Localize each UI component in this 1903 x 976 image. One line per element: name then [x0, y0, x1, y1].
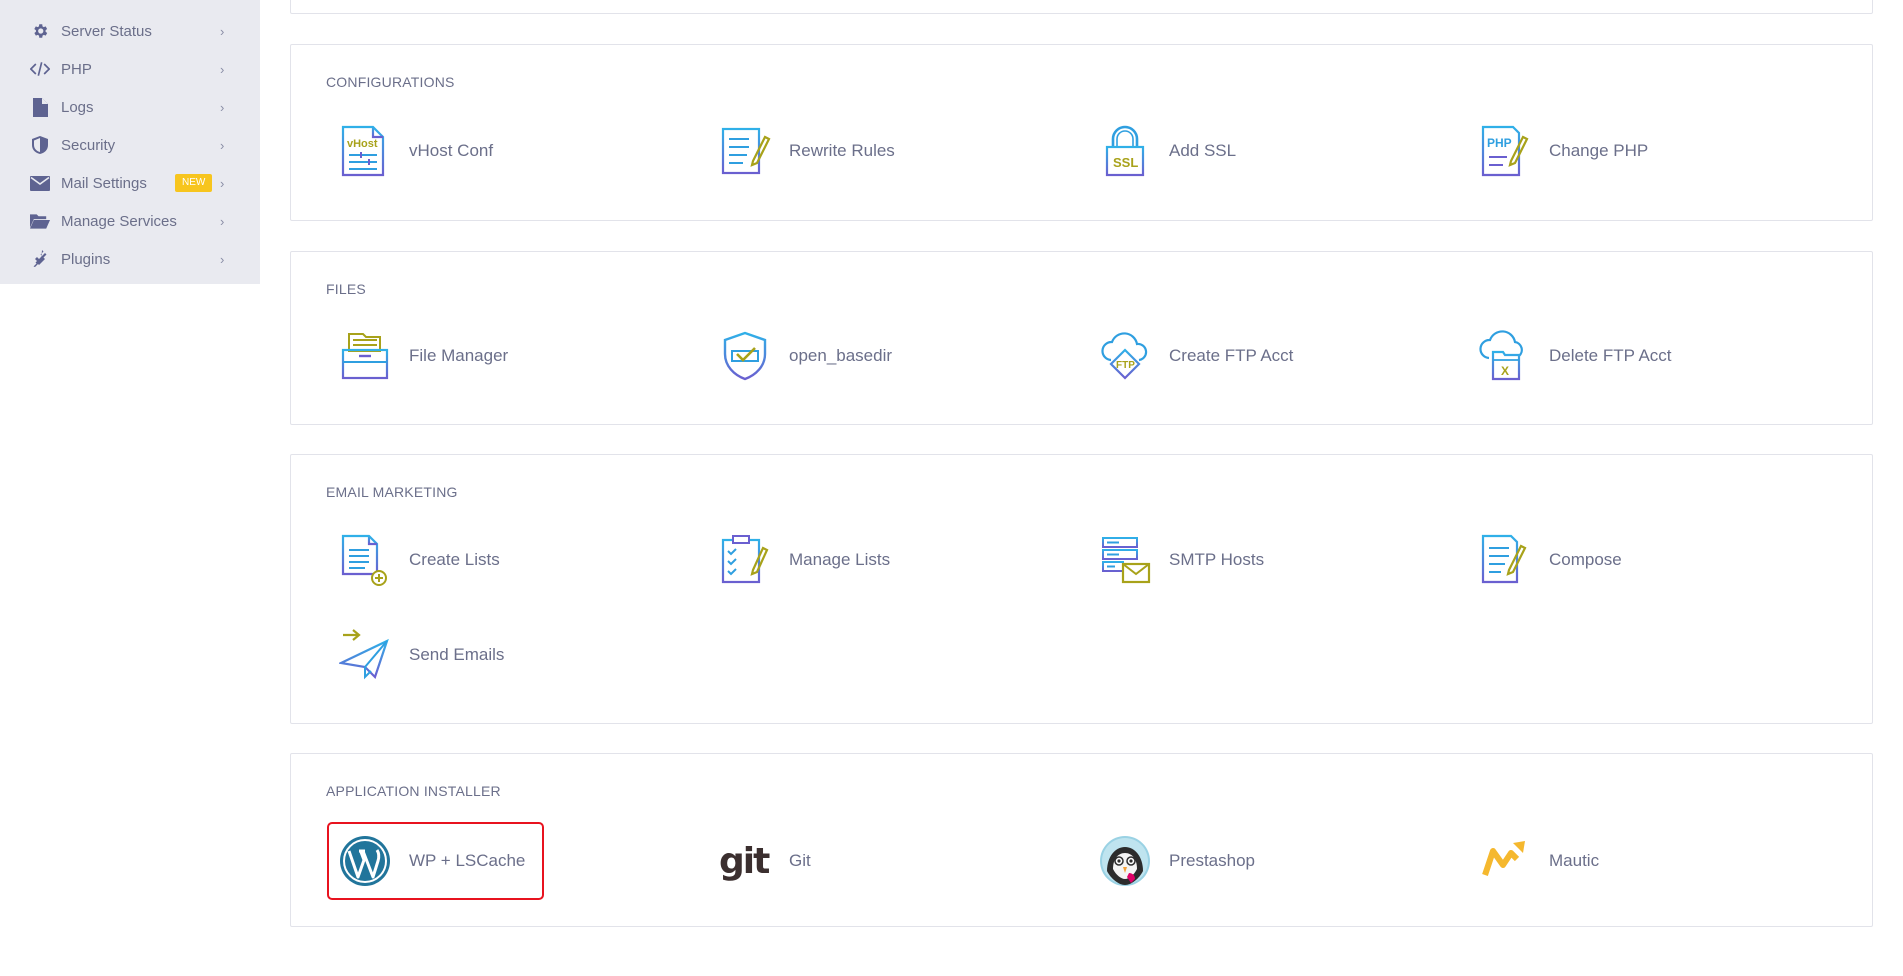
sidebar: Server Status › PHP › Logs › Security › …	[0, 0, 260, 284]
chevron-right-icon: ›	[220, 99, 225, 115]
tile-label: Create Lists	[409, 550, 500, 569]
sidebar-item-php[interactable]: PHP ›	[0, 50, 260, 88]
configurations-panel: CONFIGURATIONS vHost vHost Conf Rewrite …	[290, 44, 1873, 221]
tile-label: File Manager	[409, 346, 509, 365]
folder-open-icon	[30, 211, 50, 231]
previous-panel	[290, 0, 1873, 14]
chevron-right-icon: ›	[220, 213, 225, 229]
file-cabinet-icon	[339, 330, 391, 382]
sidebar-item-security[interactable]: Security ›	[0, 126, 260, 164]
sidebar-item-logs[interactable]: Logs ›	[0, 88, 260, 126]
envelope-icon	[30, 173, 50, 193]
tile-label: Manage Lists	[789, 550, 891, 569]
cloud-ftp-icon: FTP	[1099, 330, 1151, 382]
shield-check-icon	[719, 330, 771, 382]
vhost-file-icon: vHost	[339, 125, 391, 177]
delete-ftp-acct-tile[interactable]: X Delete FTP Acct	[1479, 324, 1699, 388]
sidebar-item-label: Logs	[61, 98, 94, 116]
section-title: EMAIL MARKETING	[326, 484, 458, 500]
chevron-right-icon: ›	[220, 251, 225, 267]
shield-icon	[30, 135, 50, 155]
rewrite-document-icon	[719, 125, 771, 177]
sidebar-item-mail-settings[interactable]: Mail Settings NEW ›	[0, 164, 260, 202]
tile-label: WP + LSCache	[409, 851, 526, 870]
tile-label: Prestashop	[1169, 851, 1255, 870]
sidebar-item-label: Manage Services	[61, 212, 177, 230]
sidebar-item-label: Plugins	[61, 250, 111, 268]
prestashop-tile[interactable]: Prestashop	[1099, 829, 1299, 893]
svg-text:PHP: PHP	[1487, 136, 1512, 150]
sidebar-item-server-status[interactable]: Server Status ›	[0, 12, 260, 50]
sidebar-item-label: Server Status	[61, 22, 152, 40]
plug-icon	[30, 249, 50, 269]
gear-icon	[30, 21, 50, 41]
tile-label: Mautic	[1549, 851, 1600, 870]
tile-label: open_basedir	[789, 346, 893, 365]
chevron-right-icon: ›	[220, 175, 225, 191]
wp-lscache-tile[interactable]: WP + LSCache	[327, 822, 544, 900]
sidebar-item-label: Mail Settings	[61, 174, 147, 192]
svg-text:FTP: FTP	[1116, 360, 1135, 371]
tile-label: Git	[789, 851, 811, 870]
tile-label: Delete FTP Acct	[1549, 346, 1672, 365]
open-basedir-tile[interactable]: open_basedir	[719, 324, 919, 388]
git-logo-icon: git	[719, 835, 771, 887]
paper-plane-icon	[339, 629, 391, 681]
file-manager-tile[interactable]: File Manager	[339, 324, 539, 388]
wordpress-logo-icon	[339, 835, 391, 887]
svg-text:vHost: vHost	[347, 138, 378, 150]
add-ssl-tile[interactable]: SSL Add SSL	[1099, 119, 1299, 183]
tile-label: Add SSL	[1169, 141, 1237, 160]
code-icon	[30, 59, 50, 79]
sidebar-item-label: PHP	[61, 60, 92, 78]
compose-tile[interactable]: Compose	[1479, 528, 1679, 592]
chevron-right-icon: ›	[220, 61, 225, 77]
tile-label: Rewrite Rules	[789, 141, 895, 160]
sidebar-item-manage-services[interactable]: Manage Services ›	[0, 202, 260, 240]
change-php-tile[interactable]: PHP Change PHP	[1479, 119, 1679, 183]
compose-icon	[1479, 534, 1531, 586]
svg-text:X: X	[1501, 364, 1509, 378]
create-ftp-acct-tile[interactable]: FTP Create FTP Acct	[1099, 324, 1319, 388]
file-icon	[30, 97, 50, 117]
section-title: FILES	[326, 281, 366, 297]
tile-label: Change PHP	[1549, 141, 1649, 160]
smtp-hosts-tile[interactable]: SMTP Hosts	[1099, 528, 1299, 592]
vhost-conf-tile[interactable]: vHost vHost Conf	[339, 119, 539, 183]
application-installer-panel: APPLICATION INSTALLER WP + LSCache git G…	[290, 753, 1873, 927]
new-badge: NEW	[175, 174, 213, 192]
tile-label: SMTP Hosts	[1169, 550, 1265, 569]
send-emails-tile[interactable]: Send Emails	[339, 623, 539, 687]
checklist-icon	[719, 534, 771, 586]
email-marketing-panel: EMAIL MARKETING Create Lists Manage List…	[290, 454, 1873, 724]
sidebar-item-plugins[interactable]: Plugins ›	[0, 240, 260, 278]
mautic-logo-icon	[1479, 835, 1531, 887]
server-mail-icon	[1099, 534, 1151, 586]
rewrite-rules-tile[interactable]: Rewrite Rules	[719, 119, 919, 183]
create-lists-tile[interactable]: Create Lists	[339, 528, 539, 592]
php-file-edit-icon: PHP	[1479, 125, 1531, 177]
ssl-lock-icon: SSL	[1099, 125, 1151, 177]
files-panel: FILES File Manager open_basedir FTP Crea…	[290, 251, 1873, 425]
prestashop-logo-icon	[1099, 835, 1151, 887]
mautic-tile[interactable]: Mautic	[1479, 829, 1679, 893]
section-title: CONFIGURATIONS	[326, 74, 455, 90]
svg-text:SSL: SSL	[1113, 155, 1138, 170]
git-tile[interactable]: git Git	[719, 829, 919, 893]
chevron-right-icon: ›	[220, 137, 225, 153]
chevron-right-icon: ›	[220, 23, 225, 39]
cloud-delete-icon: X	[1479, 330, 1531, 382]
sidebar-item-label: Security	[61, 136, 116, 154]
tile-label: Send Emails	[409, 645, 505, 664]
section-title: APPLICATION INSTALLER	[326, 783, 501, 799]
tile-label: vHost Conf	[409, 141, 494, 160]
tile-label: Create FTP Acct	[1169, 346, 1294, 365]
tile-label: Compose	[1549, 550, 1622, 569]
svg-text:git: git	[719, 841, 770, 882]
manage-lists-tile[interactable]: Manage Lists	[719, 528, 919, 592]
create-list-icon	[339, 534, 391, 586]
